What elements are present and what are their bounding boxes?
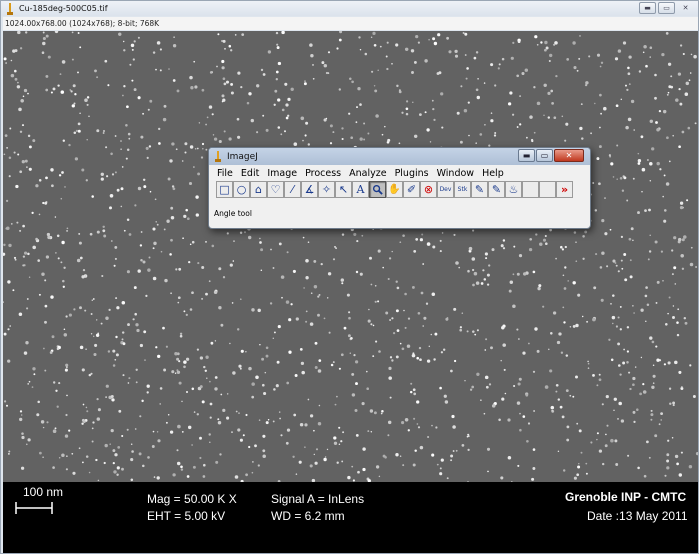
- scale-bar: [15, 502, 53, 514]
- magnifier-glyph-icon: [372, 184, 383, 195]
- menu-process[interactable]: Process: [301, 167, 345, 181]
- menu-help[interactable]: Help: [478, 167, 508, 181]
- maximize-button[interactable]: ▭: [658, 2, 675, 14]
- more-tools-icon[interactable]: »: [556, 181, 573, 198]
- oval-tool-icon[interactable]: ○: [233, 181, 250, 198]
- sem-micrograph[interactable]: 100 nm Mag = 50.00 K X EHT = 5.00 kV Sig…: [3, 31, 698, 553]
- stop-tool-icon[interactable]: ⊗: [420, 181, 437, 198]
- working-distance-readout: WD = 6.2 mm: [271, 509, 345, 523]
- flood-fill-tool-icon[interactable]: ♨: [505, 181, 522, 198]
- imagej-status-bar: Angle tool: [214, 209, 252, 218]
- signal-readout: Signal A = InLens: [271, 492, 365, 506]
- imagej-toolbar: □ ○ ⌂ ♡ ⁄ ∡ ✧ ↖ A ✋ ✐ ⊗ Dev Stk ✎ ✎ ♨ »: [216, 181, 573, 199]
- empty-tool-slot[interactable]: [522, 181, 539, 198]
- eht-readout: EHT = 5.00 kV: [147, 509, 226, 523]
- imagej-microscope-icon: [7, 2, 13, 15]
- point-tool-icon[interactable]: ✧: [318, 181, 335, 198]
- line-tool-icon[interactable]: ⁄: [284, 181, 301, 198]
- close-button[interactable]: ✕: [554, 149, 584, 162]
- menu-edit[interactable]: Edit: [237, 167, 263, 181]
- imagej-toolbar-window: ImageJ ▬ ▭ ✕ File Edit Image Process Ana…: [208, 147, 591, 229]
- magnifier-tool-icon[interactable]: [369, 181, 386, 198]
- rectangle-tool-icon[interactable]: □: [216, 181, 233, 198]
- angle-tool-icon[interactable]: ∡: [301, 181, 318, 198]
- pencil-tool-icon[interactable]: ✎: [471, 181, 488, 198]
- imagej-title: ImageJ: [227, 151, 258, 162]
- maximize-button[interactable]: ▭: [536, 149, 553, 162]
- date-readout: Date :13 May 2011: [587, 509, 688, 523]
- particle-field: [3, 31, 698, 482]
- minimize-button[interactable]: ▬: [518, 149, 535, 162]
- image-window-title: Cu-185deg-500C05.tif: [19, 4, 108, 13]
- freehand-tool-icon[interactable]: ♡: [267, 181, 284, 198]
- sem-data-bar: 100 nm Mag = 50.00 K X EHT = 5.00 kV Sig…: [3, 482, 698, 553]
- image-window-titlebar[interactable]: Cu-185deg-500C05.tif ▬ ▭ ✕: [1, 1, 698, 16]
- institution-label: Grenoble INP - CMTC: [565, 490, 687, 504]
- imagej-menubar: File Edit Image Process Analyze Plugins …: [213, 167, 508, 181]
- menu-window[interactable]: Window: [433, 167, 478, 181]
- minimize-button[interactable]: ▬: [639, 2, 656, 14]
- menu-plugins[interactable]: Plugins: [391, 167, 433, 181]
- close-button[interactable]: ✕: [677, 2, 694, 14]
- empty-tool-slot[interactable]: [539, 181, 556, 198]
- menu-analyze[interactable]: Analyze: [345, 167, 390, 181]
- imagej-titlebar[interactable]: ImageJ ▬ ▭ ✕: [209, 148, 590, 165]
- wand-tool-icon[interactable]: ↖: [335, 181, 352, 198]
- brush-tool-icon[interactable]: ✎: [488, 181, 505, 198]
- imagej-window-controls: ▬ ▭ ✕: [518, 149, 584, 162]
- magnification-readout: Mag = 50.00 K X: [147, 492, 237, 506]
- dev-tool-icon[interactable]: Dev: [437, 181, 454, 198]
- dropper-tool-icon[interactable]: ✐: [403, 181, 420, 198]
- image-window: Cu-185deg-500C05.tif ▬ ▭ ✕ 1024.00x768.0…: [0, 0, 699, 554]
- image-window-controls: ▬ ▭ ✕: [639, 2, 694, 14]
- hand-tool-icon[interactable]: ✋: [386, 181, 403, 198]
- text-tool-icon[interactable]: A: [352, 181, 369, 198]
- image-info-bar: 1024.00x768.00 (1024x768); 8-bit; 768K: [3, 17, 698, 30]
- menu-file[interactable]: File: [213, 167, 237, 181]
- scale-bar-label: 100 nm: [23, 485, 64, 499]
- imagej-microscope-icon: [215, 151, 221, 162]
- polygon-tool-icon[interactable]: ⌂: [250, 181, 267, 198]
- stk-tool-icon[interactable]: Stk: [454, 181, 471, 198]
- menu-image[interactable]: Image: [263, 167, 301, 181]
